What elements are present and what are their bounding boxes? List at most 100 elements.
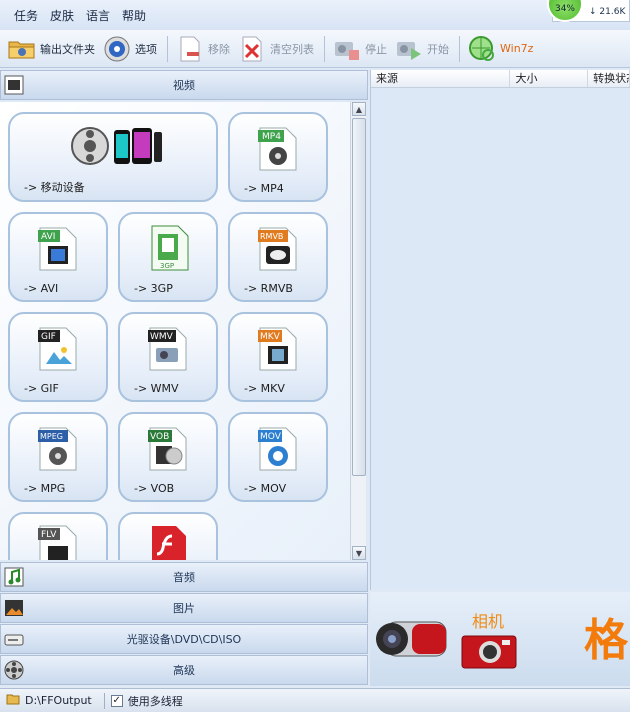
toolbar-separator [324, 35, 325, 62]
vob-file-icon: VOB [148, 426, 188, 475]
output-path-item[interactable]: D:\FFOutput [6, 693, 92, 708]
category-panel: 视频 -> 移动设备 MP4 -> MP4 AVI -> AVI 3GP -> … [0, 70, 368, 686]
remove-button[interactable]: 移除 [176, 34, 230, 64]
win7z-button[interactable]: Win7z [468, 34, 533, 64]
format-label: -> MKV [244, 382, 285, 395]
wmv-file-icon: WMV [148, 326, 188, 375]
multithread-label: 使用多线程 [127, 694, 183, 708]
camera-label: 相机 [472, 612, 505, 631]
format-tile-avi[interactable]: AVI -> AVI [8, 212, 108, 302]
rmvb-file-icon: RMVB [258, 226, 298, 275]
format-tile-3gp[interactable]: 3GP -> 3GP [118, 212, 218, 302]
advanced-reel-icon [3, 659, 25, 681]
format-label: -> RMVB [244, 282, 293, 295]
task-table-header: 来源 大小 转换状态 [371, 70, 630, 88]
gif-tag: GIF [41, 332, 56, 342]
folder-icon [8, 35, 36, 63]
rmvb-tag: RMVB [260, 232, 283, 241]
menu-help[interactable]: 帮助 [116, 7, 152, 24]
download-speed: 21.6K [599, 7, 626, 17]
format-tile-mov[interactable]: MOV -> MOV [228, 412, 328, 502]
camcorder-icon [372, 606, 460, 675]
category-image-header[interactable]: 图片 [0, 593, 368, 623]
swf-file-icon [150, 524, 188, 560]
scroll-up-arrow-icon[interactable]: ▲ [352, 102, 366, 116]
mov-tag: MOV [260, 432, 282, 442]
start-button[interactable]: 开始 [395, 34, 449, 64]
banner-big-text: 格 [584, 615, 628, 666]
menu-skin[interactable]: 皮肤 [44, 7, 80, 24]
format-tile-mp4[interactable]: MP4 -> MP4 [228, 112, 328, 202]
mp4-file-icon: MP4 [258, 126, 298, 175]
category-image-label: 图片 [173, 602, 195, 615]
menu-bar: 任务 皮肤 语言 帮助 [0, 0, 630, 30]
task-list-panel: 来源 大小 转换状态 [370, 70, 630, 590]
format-tile-gif[interactable]: GIF -> GIF [8, 312, 108, 402]
3gp-file-icon: 3GP [150, 224, 190, 275]
toolbar: 输出文件夹 选项 移除 清空列表 停止 开始 Win7z [0, 30, 630, 68]
mp4-tag: MP4 [262, 132, 281, 142]
scroll-down-arrow-icon[interactable]: ▼ [352, 546, 366, 560]
format-tile-swf[interactable] [118, 512, 218, 560]
mkv-file-icon: MKV [258, 326, 298, 375]
stop-label: 停止 [365, 42, 387, 56]
vob-tag: VOB [150, 432, 169, 442]
optical-drive-icon [3, 628, 25, 650]
mov-file-icon: MOV [258, 426, 298, 475]
category-video-label: 视频 [173, 79, 195, 92]
format-tile-flv[interactable]: FLV [8, 512, 108, 560]
format-label: -> VOB [134, 482, 175, 495]
category-audio-header[interactable]: 音频 [0, 562, 368, 592]
format-tile-mkv[interactable]: MKV -> MKV [228, 312, 328, 402]
win7z-label: Win7z [500, 42, 534, 55]
category-advanced-header[interactable]: 高级 [0, 655, 368, 685]
network-speed-widget: 34% ↓ 21.6K [547, 0, 630, 22]
start-label: 开始 [427, 42, 449, 56]
digital-camera-icon [460, 632, 520, 675]
output-path-text: D:\FFOutput [25, 694, 92, 707]
format-tile-wmv[interactable]: WMV -> WMV [118, 312, 218, 402]
mpeg-tag: MPEG [40, 432, 63, 441]
toolbar-separator [167, 35, 168, 62]
multithread-toggle[interactable]: ✓ 使用多线程 [110, 693, 183, 709]
category-advanced-label: 高级 [173, 664, 195, 677]
output-folder-label: 输出文件夹 [40, 42, 95, 56]
clear-list-button[interactable]: 清空列表 [238, 34, 314, 64]
win7z-globe-icon [468, 35, 496, 63]
toolbar-separator [459, 35, 460, 62]
output-folder-button[interactable]: 输出文件夹 [8, 34, 95, 64]
format-tile-mpg[interactable]: MPEG -> MPG [8, 412, 108, 502]
3gp-tag: 3GP [160, 262, 174, 270]
avi-tag: AVI [41, 232, 55, 242]
wmv-tag: WMV [150, 332, 174, 342]
format-label: -> MP4 [244, 182, 284, 195]
mkv-tag: MKV [260, 332, 281, 342]
download-arrow-icon: ↓ [589, 7, 600, 17]
stop-button[interactable]: 停止 [333, 34, 387, 64]
format-tile-vob[interactable]: VOB -> VOB [118, 412, 218, 502]
column-source[interactable]: 来源 [371, 70, 511, 87]
multithread-checkbox[interactable]: ✓ [110, 694, 123, 707]
options-button[interactable]: 选项 [103, 34, 157, 64]
options-gear-icon [103, 35, 131, 63]
avi-file-icon: AVI [38, 226, 78, 275]
column-size[interactable]: 大小 [510, 70, 589, 87]
scroll-thumb[interactable] [352, 118, 366, 476]
format-label: -> MPG [24, 482, 66, 495]
menu-task[interactable]: 任务 [8, 7, 44, 24]
format-tile-mobile[interactable]: -> 移动设备 [8, 112, 218, 202]
mpeg-file-icon: MPEG [38, 426, 78, 475]
category-optical-header[interactable]: 光驱设备\DVD\CD\ISO [0, 624, 368, 654]
clear-list-label: 清空列表 [270, 42, 314, 56]
camera-ad-banner[interactable]: 相机 格 [370, 592, 630, 686]
format-grid-scrollbar[interactable]: ▲ ▼ [350, 102, 366, 560]
video-category-icon [3, 74, 25, 96]
category-video-header[interactable]: 视频 [0, 70, 368, 100]
status-bar: D:\FFOutput ✓ 使用多线程 [0, 688, 630, 712]
start-icon [395, 35, 423, 63]
clear-list-icon [238, 35, 266, 63]
menu-language[interactable]: 语言 [80, 7, 116, 24]
format-tile-rmvb[interactable]: RMVB -> RMVB [228, 212, 328, 302]
audio-category-icon [3, 566, 25, 588]
column-status[interactable]: 转换状态 [588, 70, 630, 87]
